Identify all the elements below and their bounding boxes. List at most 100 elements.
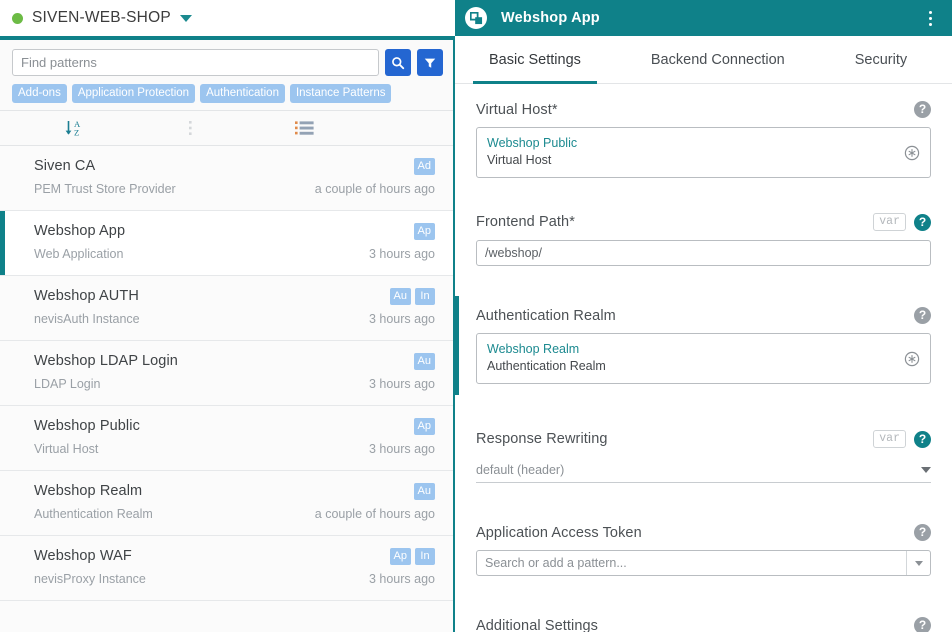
list-item[interactable]: Webshop App Ap Web Application 3 hours a… [0,211,455,276]
tab-backend-connection[interactable]: Backend Connection [635,36,801,83]
label-right-adornments: var ? [873,213,931,231]
filter-tag[interactable]: Authentication [200,84,285,103]
authentication-realm-reference[interactable]: Webshop Realm Authentication Realm [476,333,931,384]
field-label-row: Authentication Realm ? [476,307,931,324]
list-item-badges: Au In [390,288,435,305]
field-label-row: Application Access Token ? [476,524,931,541]
list-item[interactable]: Webshop Realm Au Authentication Realm a … [0,471,455,536]
list-item-top-row: Webshop WAF Ap In [34,547,435,565]
sort-button[interactable]: A Z [0,111,150,145]
response-rewriting-select[interactable]: default (header) [476,457,931,483]
reference-type: Virtual Host [487,152,920,169]
application-access-token-select[interactable]: Search or add a pattern... [476,550,931,576]
list-more-options-button[interactable] [150,111,230,145]
status-badge: Ap [414,418,435,435]
clear-circle-icon[interactable] [904,351,920,367]
list-item-subtitle: Authentication Realm [34,507,153,521]
field-additional-settings: Additional Settings ? Search or add a pa… [476,600,931,632]
list-item-title: Webshop Realm [34,482,142,500]
search-button[interactable] [385,49,411,76]
list-item-bottom-row: LDAP Login 3 hours ago [34,377,435,391]
filter-button[interactable] [417,49,443,76]
list-item-timestamp: 3 hours ago [369,247,435,261]
project-name-label: SIVEN-WEB-SHOP [32,9,171,27]
list-item-bottom-row: Web Application 3 hours ago [34,247,435,261]
list-item[interactable]: Webshop AUTH Au In nevisAuth Instance 3 … [0,276,455,341]
label-right-adornments: ? [914,617,931,632]
field-response-rewriting: Response Rewriting var ? default (header… [476,413,931,483]
form-spacer [476,178,931,196]
chevron-down-icon [921,467,931,473]
var-badge[interactable]: var [873,213,906,231]
search-input[interactable] [12,49,379,76]
list-item-timestamp: 3 hours ago [369,442,435,456]
list-item-title: Webshop LDAP Login [34,352,178,370]
list-view-button[interactable] [230,111,380,145]
reference-name: Webshop Public [487,135,920,152]
more-vertical-icon[interactable] [920,7,940,29]
sort-alpha-descending-icon: A Z [64,118,86,138]
list-item-top-row: Siven CA Ad [34,157,435,175]
app-squares-icon [465,7,487,29]
chevron-down-icon [915,561,923,566]
help-circle-icon[interactable]: ? [914,431,931,448]
list-item[interactable]: Webshop LDAP Login Au LDAP Login 3 hours… [0,341,455,406]
list-item[interactable]: Webshop WAF Ap In nevisProxy Instance 3 … [0,536,455,601]
chevron-down-icon[interactable] [180,15,192,22]
form-spacer [476,395,931,413]
select-placeholder: Search or add a pattern... [477,551,906,575]
reference-name: Webshop Realm [487,341,920,358]
label-right-adornments: var ? [873,430,931,448]
project-selector[interactable]: SIVEN-WEB-SHOP [0,0,455,36]
dropdown-arrow-button[interactable] [906,551,930,575]
field-label-row: Response Rewriting var ? [476,430,931,448]
clear-circle-icon[interactable] [904,145,920,161]
status-badge: Ad [414,158,435,175]
pattern-list[interactable]: Siven CA Ad PEM Trust Store Provider a c… [0,146,455,632]
field-label-row: Virtual Host* ? [476,101,931,118]
list-item[interactable]: Siven CA Ad PEM Trust Store Provider a c… [0,146,455,211]
list-item-bottom-row: Virtual Host 3 hours ago [34,442,435,456]
clear-circle-glyph [904,351,920,367]
list-item[interactable]: Webshop Public Ap Virtual Host 3 hours a… [0,406,455,471]
field-label: Authentication Realm [476,308,616,324]
filter-tag[interactable]: Application Protection [72,84,195,103]
patterns-panel: SIVEN-WEB-SHOP Add-o [0,0,455,632]
help-circle-icon[interactable]: ? [914,617,931,632]
status-badge: Ap [414,223,435,240]
list-item-badges: Ap [414,223,435,240]
tab-label: Security [855,52,907,68]
list-item-badges: Au [414,353,435,370]
list-item-bottom-row: nevisAuth Instance 3 hours ago [34,312,435,326]
list-item-subtitle: Web Application [34,247,123,261]
menu-dot [929,11,932,14]
list-item-title: Webshop Public [34,417,140,435]
help-circle-icon[interactable]: ? [914,101,931,118]
frontend-path-input[interactable] [476,240,931,266]
menu-dot [929,17,932,20]
list-item-bottom-row: nevisProxy Instance 3 hours ago [34,572,435,586]
help-circle-icon[interactable]: ? [914,524,931,541]
search-icon [391,56,405,70]
clear-circle-glyph [904,145,920,161]
list-item-timestamp: 3 hours ago [369,312,435,326]
virtual-host-reference[interactable]: Webshop Public Virtual Host [476,127,931,178]
var-badge[interactable]: var [873,430,906,448]
detail-title: Webshop App [501,10,920,26]
tab-spacer [597,36,635,83]
filter-tag[interactable]: Instance Patterns [290,84,392,103]
tab-security[interactable]: Security [839,36,923,83]
accent-bottom-pad [476,384,931,395]
help-circle-icon[interactable]: ? [914,307,931,324]
search-area: Add-ons Application Protection Authentic… [0,40,455,110]
application-window: SIVEN-WEB-SHOP Add-o [0,0,952,632]
settings-form: Virtual Host* ? Webshop Public Virtual H… [455,84,952,632]
form-spacer [476,576,931,600]
tab-basic-settings[interactable]: Basic Settings [473,36,597,83]
help-circle-icon[interactable]: ? [914,214,931,231]
field-virtual-host: Virtual Host* ? Webshop Public Virtual H… [476,84,931,178]
list-item-bottom-row: Authentication Realm a couple of hours a… [34,507,435,521]
field-label-row: Frontend Path* var ? [476,213,931,231]
filter-tag[interactable]: Add-ons [12,84,67,103]
project-status-dot [12,13,23,24]
